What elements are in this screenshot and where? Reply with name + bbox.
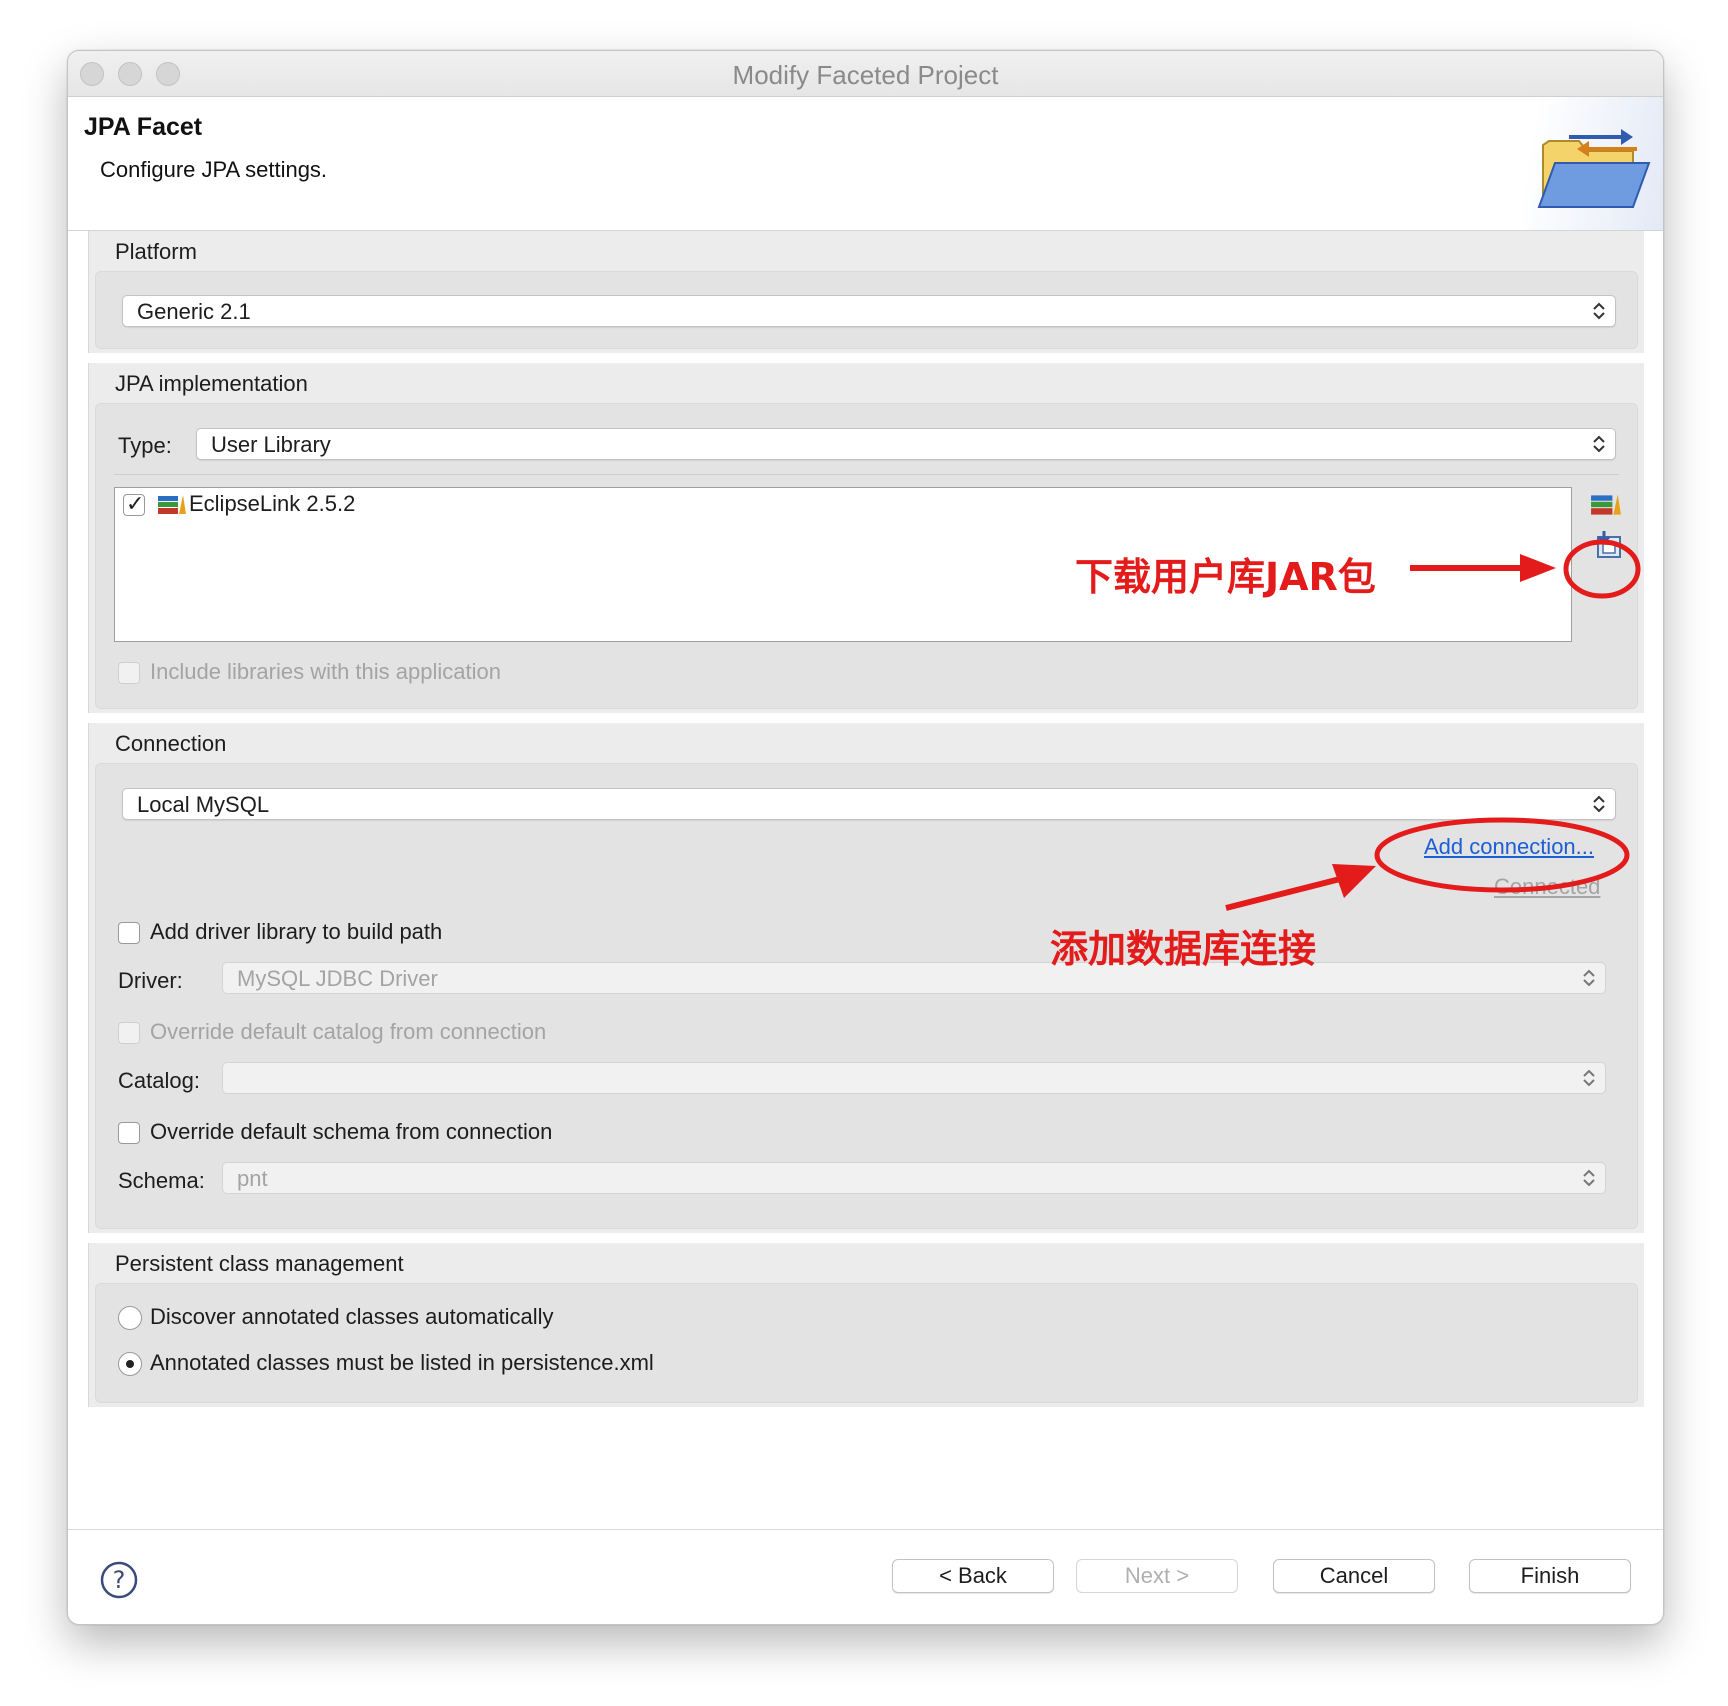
wizard-header: JPA Facet Configure JPA settings. (68, 97, 1663, 231)
page-description: Configure JPA settings. (100, 157, 328, 182)
type-label: Type: (118, 433, 172, 458)
chevron-updown-icon (1593, 302, 1605, 320)
footer-separator (68, 1529, 1663, 1530)
catalog-label: Catalog: (118, 1068, 200, 1093)
connection-group-label: Connection (115, 731, 227, 756)
override-catalog-label: Override default catalog from connection (150, 1019, 547, 1044)
library-item-label[interactable]: EclipseLink 2.5.2 (189, 491, 355, 517)
header-banner (1523, 97, 1663, 230)
driver-label: Driver: (118, 968, 183, 993)
separator (114, 474, 1619, 475)
annotation-circle-download (1563, 539, 1641, 599)
cancel-button[interactable]: Cancel (1273, 1559, 1435, 1593)
listed-classes-label: Annotated classes must be listed in pers… (150, 1350, 654, 1375)
platform-group-body: Generic 2.1 (95, 271, 1638, 349)
next-button[interactable]: Next > (1076, 1559, 1238, 1593)
schema-label: Schema: (118, 1168, 205, 1193)
override-catalog-checkbox[interactable] (118, 1022, 140, 1044)
page-title: JPA Facet (84, 113, 203, 141)
wizard-content: Platform Generic 2.1 JPA implementation … (68, 231, 1663, 1574)
discover-classes-label: Discover annotated classes automatically (150, 1304, 554, 1329)
connection-group: Connection Local MySQL Add connection...… (88, 723, 1644, 1233)
connection-select-value: Local MySQL (137, 792, 270, 817)
catalog-select[interactable] (222, 1062, 1606, 1094)
add-driver-library-checkbox[interactable] (118, 922, 140, 944)
chevron-updown-icon (1583, 1069, 1595, 1087)
checkmark-icon: ✓ (126, 491, 145, 516)
add-db-connection-annotation: 添加数据库连接 (1050, 927, 1317, 971)
override-schema-checkbox[interactable] (118, 1122, 140, 1144)
jpa-implementation-group: JPA implementation Type: User Library ✓ … (88, 363, 1644, 713)
radio-selected-dot (126, 1360, 134, 1368)
folder-arrows-icon (1537, 129, 1651, 208)
back-button[interactable]: < Back (892, 1559, 1054, 1593)
driver-select[interactable]: MySQL JDBC Driver (222, 962, 1606, 994)
annotation-arrow-right (1410, 554, 1556, 582)
platform-select[interactable]: Generic 2.1 (122, 295, 1616, 327)
manage-libraries-icon[interactable] (1590, 492, 1622, 518)
jpa-implementation-group-body: Type: User Library ✓ EclipseLink 2.5.2 I… (95, 403, 1638, 709)
include-libraries-label: Include libraries with this application (150, 659, 501, 684)
type-select-value: User Library (211, 432, 331, 457)
include-libraries-checkbox[interactable] (118, 662, 140, 684)
library-books-icon (158, 495, 186, 514)
download-jar-annotation: 下载用户库JAR包 (1075, 555, 1376, 599)
listed-classes-radio[interactable] (118, 1352, 142, 1376)
schema-select-value: pnt (237, 1166, 268, 1191)
platform-group-label: Platform (115, 239, 197, 264)
library-checkbox[interactable]: ✓ (123, 491, 145, 516)
add-driver-library-label: Add driver library to build path (150, 919, 443, 944)
chevron-updown-icon (1583, 1169, 1595, 1187)
persistence-group-body: Discover annotated classes automatically… (95, 1283, 1638, 1403)
window-title: Modify Faceted Project (732, 60, 999, 90)
title-bar: Modify Faceted Project (68, 51, 1663, 97)
schema-select[interactable]: pnt (222, 1162, 1606, 1194)
platform-group: Platform Generic 2.1 (88, 231, 1644, 353)
persistence-group: Persistent class management Discover ann… (88, 1243, 1644, 1407)
chevron-updown-icon (1593, 435, 1605, 453)
jpa-implementation-group-label: JPA implementation (115, 371, 308, 396)
discover-classes-radio[interactable] (118, 1306, 142, 1330)
help-icon[interactable]: ? (100, 1561, 138, 1599)
type-select[interactable]: User Library (196, 428, 1616, 460)
annotation-ellipse-add-connection (1374, 817, 1630, 893)
chevron-updown-icon (1583, 969, 1595, 987)
persistence-group-label: Persistent class management (115, 1251, 404, 1276)
driver-select-value: MySQL JDBC Driver (237, 966, 438, 991)
platform-select-value: Generic 2.1 (137, 299, 251, 324)
override-schema-label: Override default schema from connection (150, 1119, 553, 1144)
finish-button[interactable]: Finish (1469, 1559, 1631, 1593)
chevron-updown-icon (1593, 795, 1605, 813)
svg-text:?: ? (113, 1566, 126, 1594)
